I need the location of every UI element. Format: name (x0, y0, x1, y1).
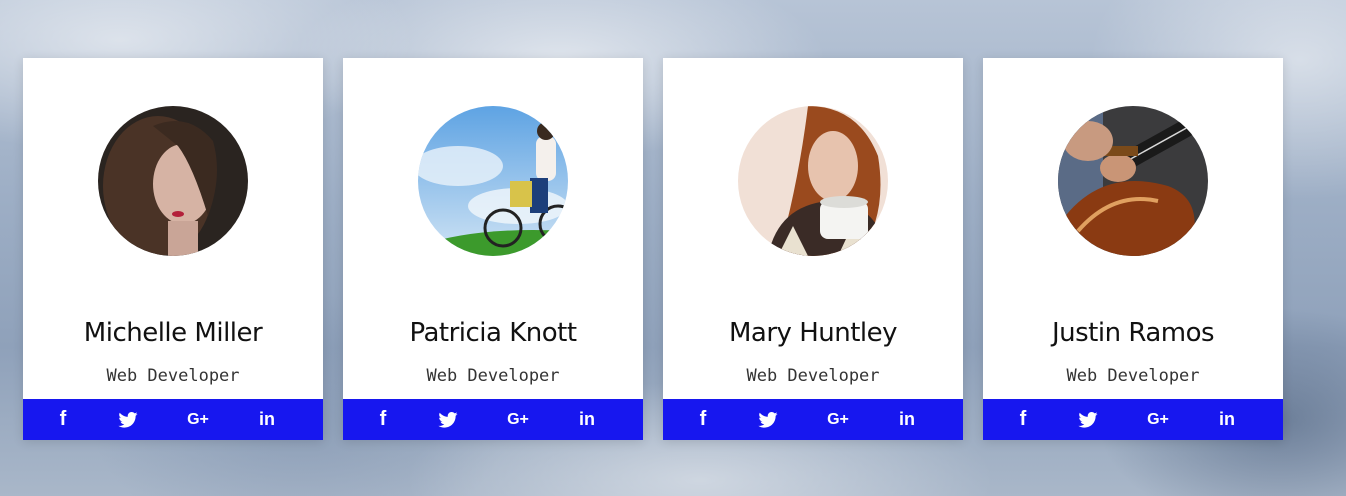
social-bar: f G+ in (23, 399, 323, 440)
social-bar: f G+ in (983, 399, 1283, 440)
avatar (418, 106, 568, 256)
social-bar: f G+ in (663, 399, 963, 440)
linkedin-icon[interactable]: in (247, 399, 287, 440)
member-name: Mary Huntley (728, 318, 898, 348)
linkedin-icon[interactable]: in (1207, 399, 1247, 440)
team-card: Michelle Miller Web Developer f G+ in (23, 58, 323, 440)
avatar (1058, 106, 1208, 256)
google-plus-icon[interactable]: G+ (178, 399, 218, 440)
google-plus-icon[interactable]: G+ (1138, 399, 1178, 440)
member-name: Patricia Knott (409, 318, 577, 348)
avatar (98, 106, 248, 256)
team-card: Mary Huntley Web Developer f G+ in (663, 58, 963, 440)
member-name: Michelle Miller (83, 318, 263, 348)
facebook-icon[interactable]: f (683, 399, 723, 440)
facebook-icon[interactable]: f (43, 399, 83, 440)
facebook-icon[interactable]: f (1003, 399, 1043, 440)
member-role: Web Developer (746, 366, 880, 386)
twitter-icon[interactable] (108, 399, 148, 440)
google-plus-icon[interactable]: G+ (498, 399, 538, 440)
member-name: Justin Ramos (1051, 318, 1215, 348)
team-card: Justin Ramos Web Developer f G+ in (983, 58, 1283, 440)
facebook-icon[interactable]: f (363, 399, 403, 440)
twitter-icon[interactable] (1068, 399, 1108, 440)
social-bar: f G+ in (343, 399, 643, 440)
linkedin-icon[interactable]: in (887, 399, 927, 440)
team-card: Patricia Knott Web Developer f G+ in (343, 58, 643, 440)
twitter-icon[interactable] (428, 399, 468, 440)
member-role: Web Developer (1066, 366, 1200, 386)
google-plus-icon[interactable]: G+ (818, 399, 858, 440)
twitter-icon[interactable] (748, 399, 788, 440)
linkedin-icon[interactable]: in (567, 399, 607, 440)
member-role: Web Developer (106, 366, 240, 386)
member-role: Web Developer (426, 366, 560, 386)
avatar (738, 106, 888, 256)
